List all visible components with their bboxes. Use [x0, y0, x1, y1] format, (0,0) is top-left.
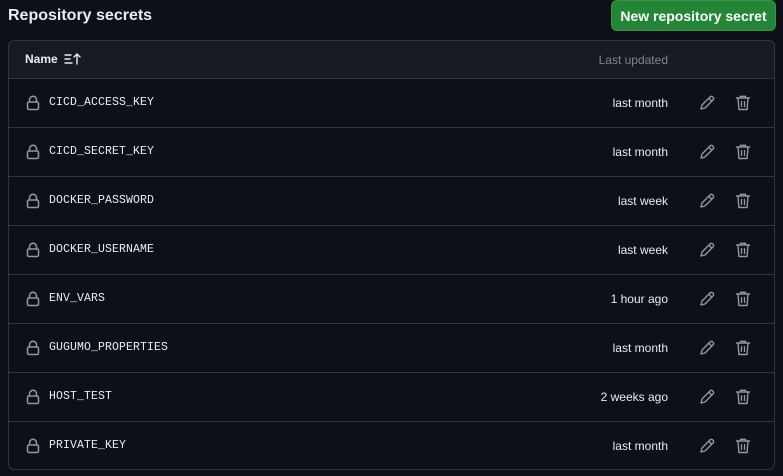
- secret-last-updated: last month: [612, 96, 668, 110]
- table-row: PRIVATE_KEY last month: [9, 422, 774, 469]
- trash-icon[interactable]: [735, 94, 751, 112]
- secret-name: PRIVATE_KEY: [49, 439, 127, 452]
- table-row: DOCKER_USERNAME last week: [9, 226, 774, 275]
- secret-name: CICD_SECRET_KEY: [49, 145, 155, 158]
- lock-icon: [26, 340, 40, 356]
- table-row: ENV_VARS 1 hour ago: [9, 275, 774, 324]
- lock-icon: [26, 242, 40, 258]
- pencil-icon[interactable]: [698, 94, 716, 112]
- secret-name: GUGUMO_PROPERTIES: [49, 341, 169, 354]
- lock-icon: [26, 193, 40, 209]
- table-row: DOCKER_PASSWORD last week: [9, 177, 774, 226]
- last-updated-column-header: Last updated: [598, 53, 668, 67]
- sort-ascending-icon[interactable]: [63, 52, 82, 66]
- secret-last-updated: last month: [612, 439, 668, 453]
- page-title: Repository secrets: [8, 7, 153, 24]
- secret-name: CICD_ACCESS_KEY: [49, 96, 155, 109]
- new-repository-secret-button[interactable]: New repository secret: [611, 0, 776, 31]
- secret-last-updated: 2 weeks ago: [600, 390, 668, 404]
- trash-icon[interactable]: [735, 290, 751, 308]
- secret-last-updated: 1 hour ago: [610, 292, 668, 306]
- pencil-icon[interactable]: [698, 241, 716, 259]
- trash-icon[interactable]: [735, 192, 751, 210]
- trash-icon[interactable]: [735, 437, 751, 455]
- pencil-icon[interactable]: [698, 143, 716, 161]
- secret-last-updated: last week: [617, 243, 668, 257]
- secret-name: ENV_VARS: [49, 292, 106, 305]
- lock-icon: [26, 438, 40, 454]
- pencil-icon[interactable]: [698, 339, 716, 357]
- pencil-icon[interactable]: [698, 192, 716, 210]
- table-row: CICD_SECRET_KEY last month: [9, 128, 774, 177]
- secrets-table: Name Last updated CICD_ACCESS_KEYlast mo…: [8, 40, 775, 470]
- secret-name: HOST_TEST: [49, 390, 113, 403]
- trash-icon[interactable]: [735, 241, 751, 259]
- table-row: HOST_TEST 2 weeks ago: [9, 373, 774, 422]
- secret-last-updated: last month: [612, 341, 668, 355]
- secret-name: DOCKER_USERNAME: [49, 243, 155, 256]
- secret-last-updated: last month: [612, 145, 668, 159]
- lock-icon: [26, 95, 40, 111]
- lock-icon: [26, 389, 40, 405]
- table-header: Name Last updated: [9, 41, 774, 79]
- pencil-icon[interactable]: [698, 290, 716, 308]
- secrets-header: Repository secrets New repository secret: [0, 0, 783, 38]
- pencil-icon[interactable]: [698, 437, 716, 455]
- trash-icon[interactable]: [735, 143, 751, 161]
- lock-icon: [26, 144, 40, 160]
- lock-icon: [26, 291, 40, 307]
- pencil-icon[interactable]: [698, 388, 716, 406]
- table-row: CICD_ACCESS_KEY last month: [9, 79, 774, 128]
- name-column-header[interactable]: Name: [25, 52, 82, 66]
- secret-name: DOCKER_PASSWORD: [49, 194, 155, 207]
- trash-icon[interactable]: [735, 339, 751, 357]
- trash-icon[interactable]: [735, 388, 751, 406]
- secret-last-updated: last week: [617, 194, 668, 208]
- table-row: GUGUMO_PROPERTIES last month: [9, 324, 774, 373]
- name-column-label: Name: [25, 52, 58, 66]
